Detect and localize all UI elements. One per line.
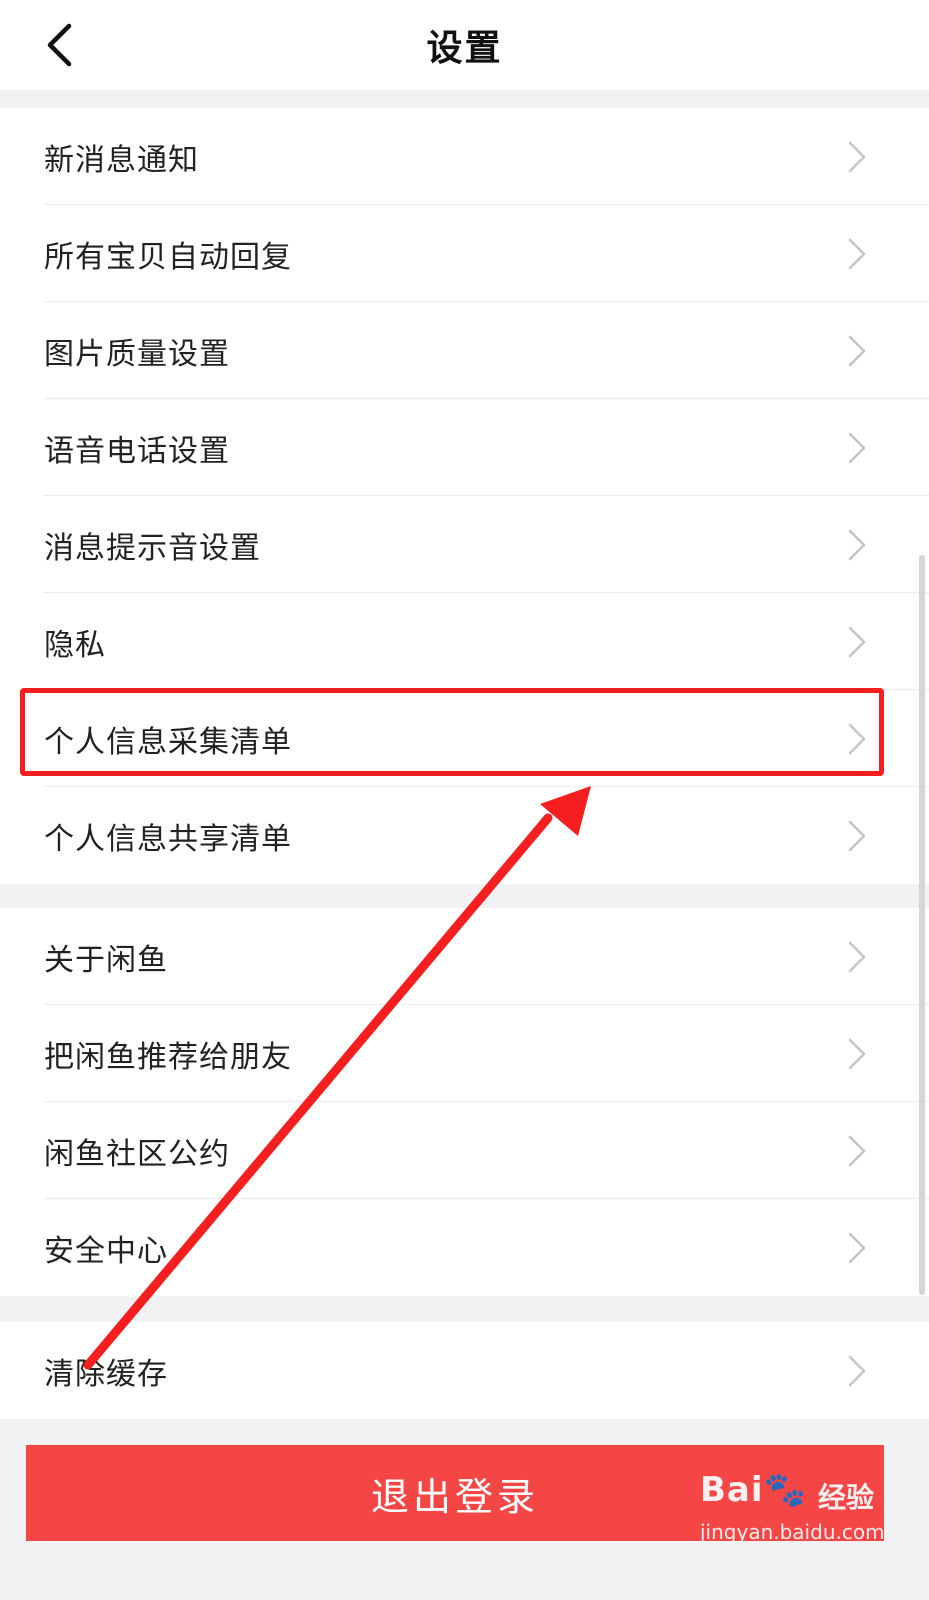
scrollbar[interactable] xyxy=(919,555,925,1295)
row-label: 安全中心 xyxy=(44,1233,168,1269)
chevron-right-icon xyxy=(848,1232,866,1264)
settings-row-auto-reply[interactable]: 所有宝贝自动回复 xyxy=(0,205,929,302)
chevron-right-icon xyxy=(848,626,866,658)
chevron-right-icon xyxy=(848,1135,866,1167)
settings-row-voice-call[interactable]: 语音电话设置 xyxy=(0,399,929,496)
row-label: 个人信息共享清单 xyxy=(44,821,292,857)
row-label: 关于闲鱼 xyxy=(44,942,168,978)
page-title: 设置 xyxy=(426,28,503,69)
chevron-right-icon xyxy=(848,529,866,561)
settings-group-about: 关于闲鱼 把闲鱼推荐给朋友 闲鱼社区公约 安全中心 xyxy=(0,908,929,1296)
row-label: 个人信息采集清单 xyxy=(44,724,292,760)
settings-screen: 设置 新消息通知 所有宝贝自动回复 图片质量设置 语音电话设置 消息提示音设置 … xyxy=(0,0,929,1600)
logout-label: 退出登录 xyxy=(370,1474,539,1519)
row-label: 新消息通知 xyxy=(44,142,199,178)
settings-row-message-sound[interactable]: 消息提示音设置 xyxy=(0,496,929,593)
chevron-right-icon xyxy=(848,820,866,852)
row-label: 语音电话设置 xyxy=(44,433,230,469)
row-label: 图片质量设置 xyxy=(44,336,230,372)
chevron-right-icon xyxy=(848,335,866,367)
settings-group-general: 新消息通知 所有宝贝自动回复 图片质量设置 语音电话设置 消息提示音设置 隐私 … xyxy=(0,108,929,884)
row-label: 把闲鱼推荐给朋友 xyxy=(44,1039,292,1075)
row-label: 闲鱼社区公约 xyxy=(44,1136,230,1172)
settings-row-personal-info-sharing[interactable]: 个人信息共享清单 xyxy=(0,787,929,884)
settings-row-security-center[interactable]: 安全中心 xyxy=(0,1199,929,1296)
settings-row-recommend[interactable]: 把闲鱼推荐给朋友 xyxy=(0,1005,929,1102)
row-label: 消息提示音设置 xyxy=(44,530,261,566)
settings-row-community-rules[interactable]: 闲鱼社区公约 xyxy=(0,1102,929,1199)
row-label: 所有宝贝自动回复 xyxy=(44,239,292,275)
chevron-right-icon xyxy=(848,723,866,755)
settings-row-clear-cache[interactable]: 清除缓存 xyxy=(0,1322,929,1419)
chevron-right-icon xyxy=(848,432,866,464)
settings-row-new-message-notification[interactable]: 新消息通知 xyxy=(0,108,929,205)
chevron-right-icon xyxy=(848,1355,866,1387)
row-label: 清除缓存 xyxy=(44,1356,168,1392)
row-label: 隐私 xyxy=(44,627,106,663)
header-bar: 设置 xyxy=(0,0,929,90)
settings-row-about[interactable]: 关于闲鱼 xyxy=(0,908,929,1005)
settings-row-personal-info-collection[interactable]: 个人信息采集清单 xyxy=(0,690,929,787)
settings-group-cache: 清除缓存 xyxy=(0,1322,929,1419)
back-button[interactable] xyxy=(30,16,88,74)
chevron-right-icon xyxy=(848,141,866,173)
chevron-right-icon xyxy=(848,1038,866,1070)
settings-row-privacy[interactable]: 隐私 xyxy=(0,593,929,690)
logout-button[interactable]: 退出登录 xyxy=(26,1445,884,1541)
settings-row-image-quality[interactable]: 图片质量设置 xyxy=(0,302,929,399)
chevron-left-icon xyxy=(47,23,72,67)
chevron-right-icon xyxy=(848,238,866,270)
chevron-right-icon xyxy=(848,941,866,973)
